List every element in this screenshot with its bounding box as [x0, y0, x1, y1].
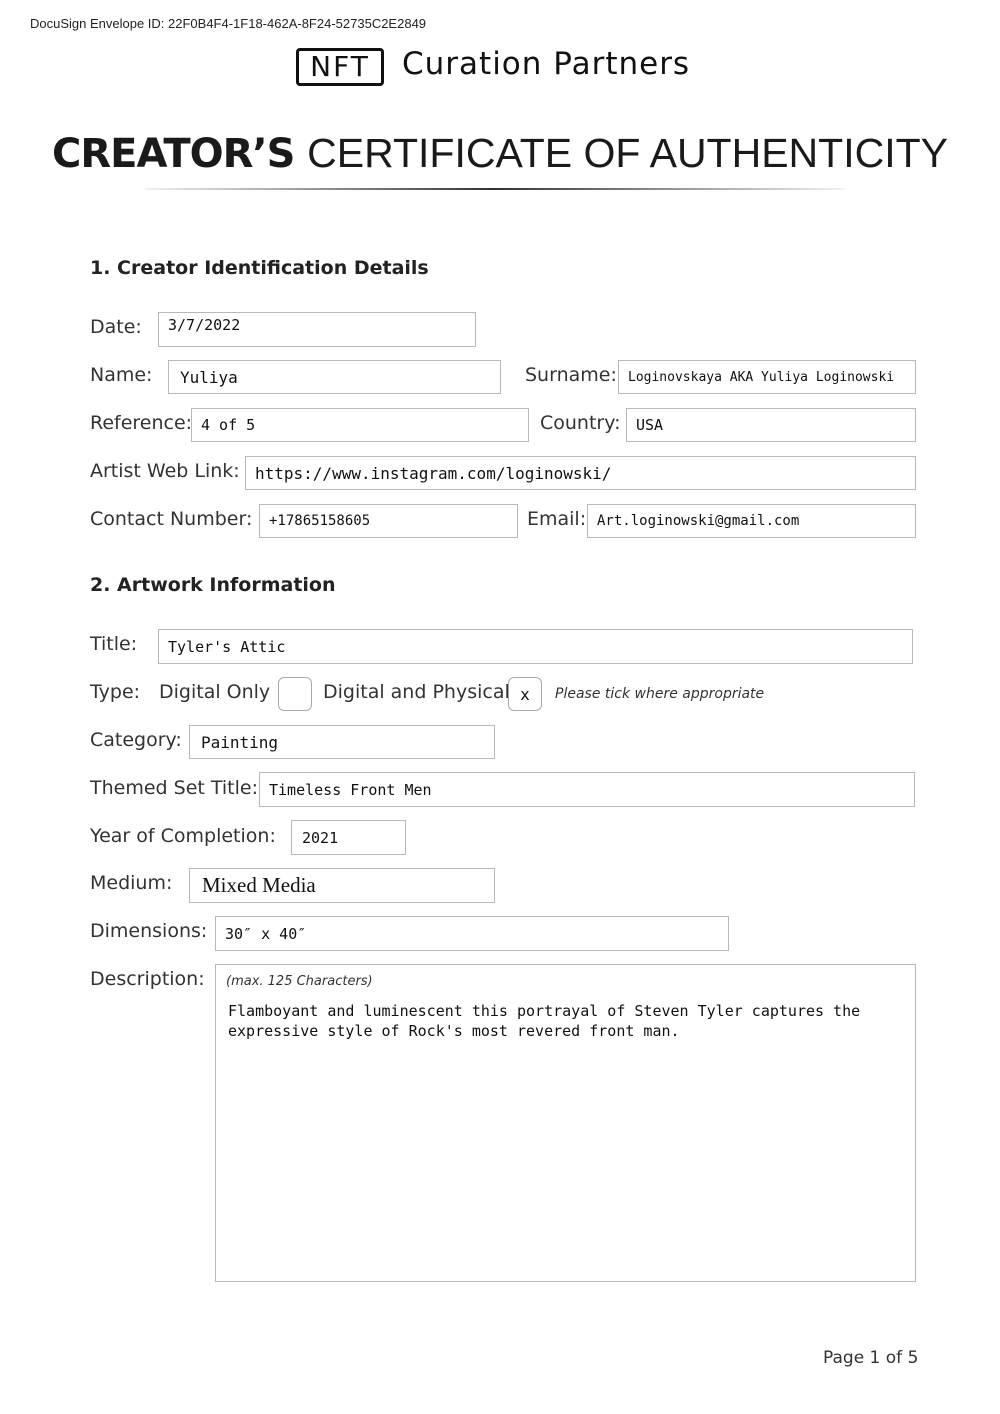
name-label: Name: [90, 364, 153, 386]
date-label: Date: [90, 316, 142, 338]
web-link-label: Artist Web Link: [90, 460, 240, 482]
year-field[interactable]: 2021 [291, 820, 406, 855]
category-label: Category: [90, 729, 182, 751]
section-heading-creator: 1. Creator Identification Details [90, 257, 429, 279]
title-divider [145, 188, 845, 190]
themed-set-label: Themed Set Title: [90, 777, 258, 799]
surname-label: Surname: [525, 364, 617, 386]
reference-label: Reference: [90, 412, 193, 434]
artwork-title-field[interactable]: Tyler's Attic [158, 629, 913, 664]
contact-number-field[interactable]: +17865158605 [259, 504, 518, 538]
page-number: Page 1 of 5 [823, 1348, 919, 1368]
title-label: Title: [90, 633, 138, 655]
category-field[interactable]: Painting [189, 725, 495, 759]
page-title: CREATOR’S CERTIFICATE OF AUTHENTICITY [0, 130, 1000, 177]
digital-only-label: Digital Only [159, 681, 271, 703]
email-field[interactable]: Art.loginowski@gmail.com [587, 504, 916, 538]
title-bold: CREATOR’S [51, 131, 295, 177]
dimensions-field[interactable]: 30″ x 40″ [215, 916, 729, 951]
dimensions-label: Dimensions: [90, 920, 208, 942]
email-label: Email: [527, 508, 587, 530]
digital-only-checkbox[interactable] [278, 677, 312, 711]
web-link-field[interactable]: https://www.instagram.com/loginowski/ [245, 456, 916, 490]
contact-number-label: Contact Number: [90, 508, 253, 530]
description-field[interactable]: (max. 125 Characters) Flamboyant and lum… [215, 964, 916, 1282]
medium-field[interactable]: Mixed Media [189, 868, 495, 903]
name-field[interactable]: Yuliya [168, 360, 501, 394]
logo-nft-box: NFT [296, 48, 384, 86]
surname-field[interactable]: Loginovskaya AKA Yuliya Loginowski [618, 360, 916, 394]
title-rest: CERTIFICATE OF AUTHENTICITY [307, 130, 948, 176]
section-heading-artwork: 2. Artwork Information [90, 574, 336, 596]
themed-set-field[interactable]: Timeless Front Men [259, 772, 915, 807]
country-label: Country: [540, 412, 621, 434]
medium-label: Medium: [90, 872, 173, 894]
reference-field[interactable]: 4 of 5 [191, 408, 529, 442]
type-label: Type: [90, 681, 141, 703]
docusign-envelope-id: DocuSign Envelope ID: 22F0B4F4-1F18-462A… [30, 16, 427, 31]
digital-physical-label: Digital and Physical [323, 681, 510, 703]
type-hint: Please tick where appropriate [555, 686, 765, 702]
description-hint: (max. 125 Characters) [226, 974, 373, 989]
year-label: Year of Completion: [90, 825, 276, 847]
date-field[interactable]: 3/7/2022 [158, 312, 476, 347]
description-text: Flamboyant and luminescent this portraya… [228, 1002, 861, 1040]
digital-physical-checkbox[interactable]: x [508, 677, 542, 711]
country-field[interactable]: USA [626, 408, 916, 442]
logo-text: Curation Partners [402, 46, 691, 82]
description-label: Description: [90, 968, 205, 990]
